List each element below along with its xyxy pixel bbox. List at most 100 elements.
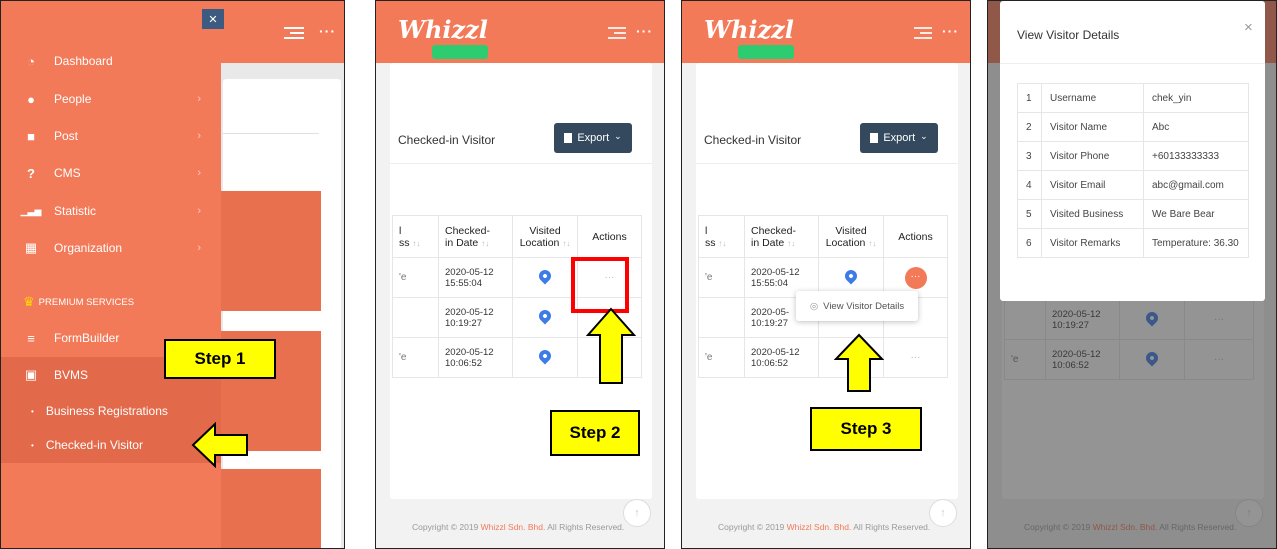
- modal-divider: [1000, 63, 1265, 64]
- view-visitor-details-item[interactable]: View Visitor Details: [823, 301, 904, 312]
- column-header-actions: Actions: [883, 215, 948, 258]
- pointer-arrow-left-icon: [191, 422, 248, 468]
- detail-row: 4 Visitor Email abc@gmail.com: [1017, 170, 1249, 200]
- sidebar-subitem-checked-in-visitor[interactable]: • Checked-in Visitor: [1, 428, 221, 462]
- panel-step-2: Whizzl ··· Checked-in Visitor Export ⌄ l…: [375, 0, 665, 549]
- briefcase-icon: ▣: [24, 367, 38, 382]
- more-icon[interactable]: ···: [942, 23, 959, 39]
- location-pin-icon[interactable]: [842, 267, 860, 285]
- modal-title: View Visitor Details: [1017, 28, 1120, 42]
- crown-icon: ♛: [23, 294, 35, 309]
- sidebar-item-label: Statistic: [54, 204, 97, 218]
- column-header-visited-location[interactable]: Visited Location ↑↓: [818, 215, 884, 258]
- sidebar-item-cms[interactable]: ? CMS ›: [1, 155, 221, 191]
- detail-row: 5 Visited Business We Bare Bear: [1017, 199, 1249, 229]
- location-pin-icon[interactable]: [536, 347, 554, 365]
- column-header-visited-location[interactable]: Visited Location ↑↓: [512, 215, 578, 258]
- actions-menu-button[interactable]: ···: [883, 337, 948, 378]
- sidebar-item-label: FormBuilder: [54, 331, 120, 345]
- green-button[interactable]: [738, 45, 794, 59]
- sort-icon: ↑↓: [868, 238, 877, 248]
- scroll-to-top-button[interactable]: ↑: [929, 499, 957, 527]
- dashboard-icon: ◔: [27, 53, 35, 69]
- footer-copyright: Copyright © 2019 Whizzl Sdn. Bhd. All Ri…: [412, 522, 625, 532]
- person-icon: ●: [27, 91, 35, 107]
- sidebar-item-people[interactable]: ● People ›: [1, 81, 221, 117]
- card-title: Checked-in Visitor: [398, 133, 496, 147]
- form-icon: ≡: [27, 330, 35, 346]
- detail-row: 2 Visitor Name Abc: [1017, 112, 1249, 142]
- chevron-right-icon: ›: [197, 167, 201, 179]
- step-2-callout: Step 2: [550, 410, 640, 456]
- location-pin-icon[interactable]: [536, 307, 554, 325]
- export-button[interactable]: Export ⌄: [554, 123, 632, 153]
- sidebar: ✕ ◔ Dashboard ● People › ■ Post › ? CMS …: [1, 1, 224, 548]
- actions-menu-button-active[interactable]: ···: [904, 266, 927, 289]
- location-pin-icon[interactable]: [536, 267, 554, 285]
- step-1-callout: Step 1: [164, 339, 276, 379]
- detail-row: 3 Visitor Phone +60133333333: [1017, 141, 1249, 171]
- green-button[interactable]: [432, 45, 488, 59]
- export-icon: [564, 133, 573, 143]
- table-row: 'e 2020-05-1210:06:52 ···: [698, 337, 948, 378]
- bullet-icon: •: [31, 406, 34, 416]
- sidebar-item-statistic[interactable]: ▁▃▅ Statistic ›: [1, 193, 221, 229]
- sort-icon: ↑↓: [562, 238, 571, 248]
- sort-icon: ↑↓: [718, 238, 727, 248]
- background-divider: [223, 133, 319, 134]
- chevron-right-icon: ›: [197, 93, 201, 105]
- hamburger-icon[interactable]: [914, 27, 932, 39]
- sidebar-close-button[interactable]: ✕: [202, 9, 224, 29]
- help-icon: ?: [27, 165, 35, 181]
- chevron-right-icon: ›: [197, 205, 201, 217]
- hamburger-icon[interactable]: [284, 27, 304, 39]
- background-block: [221, 469, 321, 548]
- building-icon: ▦: [24, 240, 38, 255]
- chevron-right-icon: ›: [197, 242, 201, 254]
- card-divider: [696, 163, 958, 164]
- app-logo: Whizzl: [704, 15, 794, 44]
- premium-services-heading: ♛ PREMIUM SERVICES: [23, 294, 135, 309]
- sort-icon: ↑↓: [787, 238, 796, 248]
- sidebar-item-organization[interactable]: ▦ Organization ›: [1, 230, 221, 266]
- visitor-details-table: 1 Username chek_yin 2 Visitor Name Abc 3 Visi…: [1017, 83, 1249, 258]
- app-logo: Whizzl: [398, 15, 488, 44]
- footer-copyright: Copyright © 2019 Whizzl Sdn. Bhd. All Ri…: [718, 522, 931, 532]
- export-button[interactable]: Export ⌄: [860, 123, 938, 153]
- sort-icon: ↑↓: [481, 238, 490, 248]
- chevron-right-icon: ›: [197, 130, 201, 142]
- sidebar-item-label: Dashboard: [54, 54, 113, 68]
- sidebar-subitem-label: Checked-in Visitor: [45, 438, 143, 452]
- column-header-actions: Actions: [577, 215, 642, 258]
- pointer-arrow-up-icon: [586, 307, 636, 384]
- sidebar-item-label: People: [54, 92, 92, 106]
- chevron-down-icon: ⌄: [920, 130, 928, 141]
- hamburger-icon[interactable]: [608, 27, 626, 39]
- column-header-checked-in-date[interactable]: Checked-in Date ↑↓: [744, 215, 819, 258]
- panel-step-4: 2020-05-1210:19:27 ··· 'e 2020-05-1210:0…: [987, 0, 1277, 549]
- chevron-down-icon: ⌄: [614, 130, 622, 141]
- more-icon[interactable]: ···: [319, 23, 336, 39]
- scroll-to-top-button[interactable]: ↑: [623, 499, 651, 527]
- sidebar-item-label: Organization: [54, 241, 123, 255]
- column-header-checked-in-date[interactable]: Checked-in Date ↑↓: [438, 215, 513, 258]
- pointer-arrow-up-icon: [834, 333, 884, 392]
- card-divider: [390, 163, 652, 164]
- sidebar-item-label: CMS: [54, 166, 81, 180]
- sidebar-item-label: BVMS: [54, 368, 89, 382]
- detail-row: 6 Visitor Remarks Temperature: 36.30: [1017, 228, 1249, 258]
- sidebar-item-dashboard[interactable]: ◔ Dashboard: [1, 43, 221, 79]
- sort-icon: ↑↓: [412, 238, 421, 248]
- sidebar-subitem-business-registrations[interactable]: • Business Registrations: [1, 394, 221, 428]
- panel-step-3: Whizzl ··· Checked-in Visitor Export ⌄ l…: [681, 0, 971, 549]
- column-header-business[interactable]: l ss ↑↓: [392, 215, 439, 258]
- sidebar-subitem-label: Business Registrations: [45, 404, 168, 418]
- background-block: [221, 191, 321, 311]
- detail-row: 1 Username chek_yin: [1017, 83, 1249, 113]
- column-header-business[interactable]: l ss ↑↓: [698, 215, 745, 258]
- step-3-callout: Step 3: [810, 407, 922, 451]
- close-icon[interactable]: ×: [1244, 19, 1253, 36]
- sidebar-item-post[interactable]: ■ Post ›: [1, 118, 221, 154]
- highlight-box: [571, 257, 629, 313]
- more-icon[interactable]: ···: [636, 23, 653, 39]
